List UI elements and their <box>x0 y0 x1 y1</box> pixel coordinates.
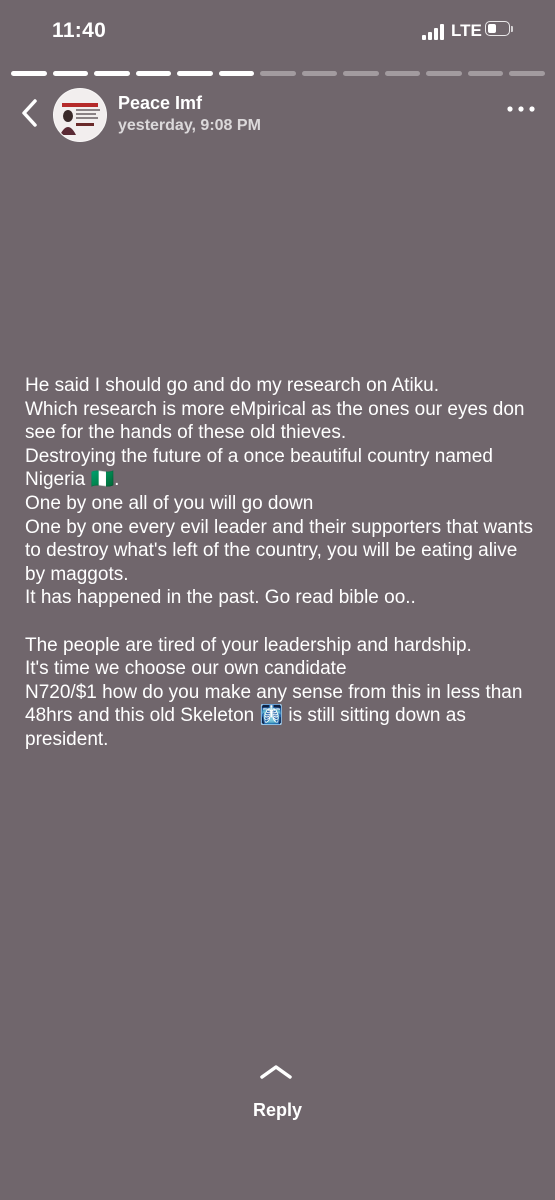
message-line: N720/$1 how do you make any sense from t… <box>25 681 523 750</box>
more-options-button[interactable] <box>505 99 537 119</box>
story-progress-segment <box>260 71 296 76</box>
battery-low-icon <box>485 21 514 38</box>
story-progress-bar <box>11 71 545 76</box>
status-bar: 11:40 LTE <box>0 0 555 62</box>
message-line: One by one all of you will go down <box>25 492 314 514</box>
signal-bars-icon <box>422 22 448 40</box>
message-line: It has happened in the past. Go read bib… <box>25 587 416 609</box>
message-line: Destroying the future of a once beautifu… <box>25 445 493 491</box>
story-progress-segment <box>467 71 504 76</box>
story-progress-segment <box>52 71 89 76</box>
chevron-left-icon <box>22 99 37 127</box>
message-line: Which research is more eMpirical as the … <box>25 398 525 444</box>
story-progress-segment <box>343 71 379 76</box>
network-type: LTE <box>451 21 482 40</box>
message-line: One by one every evil leader and their s… <box>25 516 534 585</box>
message-line: The people are tired of your leadership … <box>25 634 472 656</box>
back-button[interactable] <box>17 96 43 130</box>
story-progress-segment <box>301 71 338 76</box>
message-line: He said I should go and do my research o… <box>25 375 440 396</box>
story-progress-segment <box>218 71 255 76</box>
story-progress-segment <box>11 71 47 76</box>
story-progress-segment <box>426 71 462 76</box>
reply-label[interactable]: Reply <box>0 1100 555 1121</box>
story-progress-segment <box>384 71 421 76</box>
story-progress-segment <box>135 71 172 76</box>
status-message: He said I should go and do my research o… <box>25 374 535 752</box>
avatar[interactable] <box>53 88 107 142</box>
author-name[interactable]: Peace Imf <box>118 93 202 114</box>
post-timestamp: yesterday, 9:08 PM <box>118 117 261 134</box>
profile-picture <box>54 89 106 141</box>
message-line: It's time we choose our own candidate <box>25 658 347 680</box>
story-progress-segment <box>94 71 130 76</box>
story-progress-segment <box>509 71 545 76</box>
chevron-up-icon <box>260 1065 292 1079</box>
story-progress-segment <box>177 71 213 76</box>
ellipsis-icon <box>507 106 535 112</box>
reply-button[interactable] <box>256 1062 296 1082</box>
status-time: 11:40 <box>52 19 107 42</box>
